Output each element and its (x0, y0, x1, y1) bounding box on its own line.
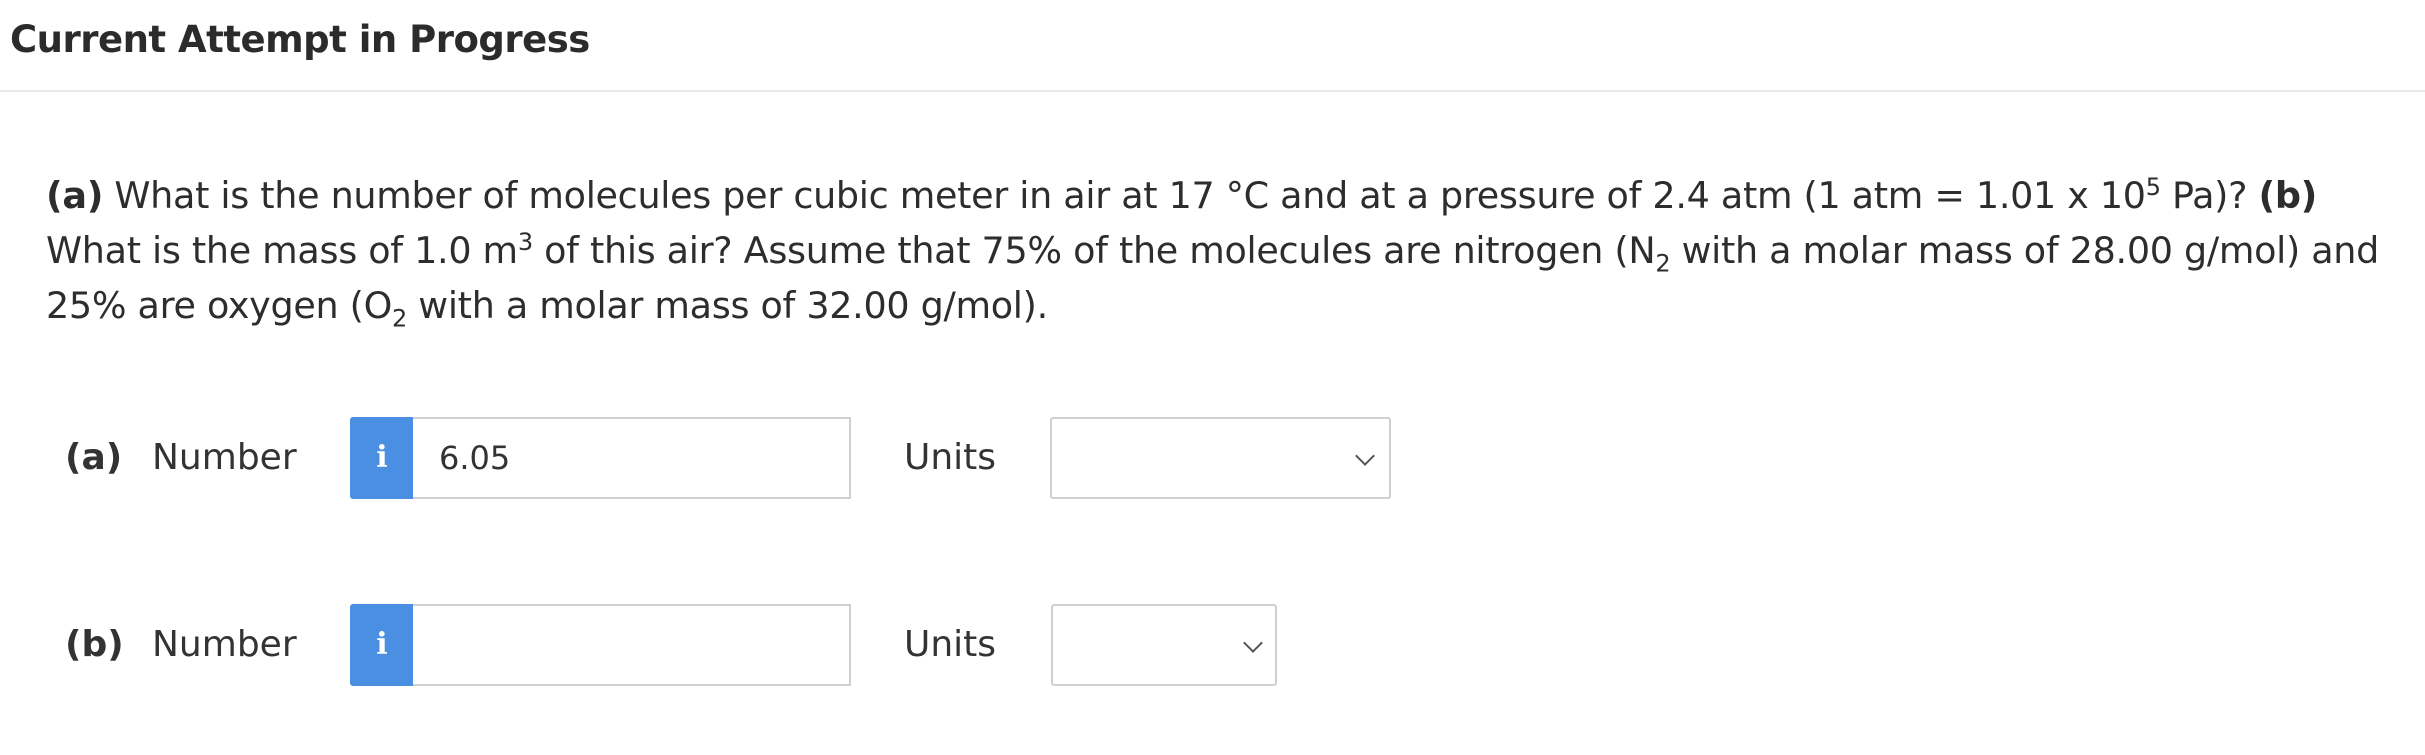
answer-row-b: (b) Number i Units (0, 604, 2425, 686)
number-label: Number (152, 624, 297, 665)
chevron-down-icon (1243, 633, 1263, 653)
units-select-a[interactable] (1050, 417, 1391, 499)
subscript: 2 (392, 304, 407, 333)
question-text-segment: What is the mass of 1.0 m (46, 229, 518, 272)
answer-row-a: (a) Number i Units (0, 417, 2425, 499)
info-icon: i (376, 627, 388, 662)
question-text-segment: What is the number of molecules per cubi… (103, 174, 2146, 217)
question-text-segment: of this air? Assume that 75% of the mole… (532, 229, 1656, 272)
header: Current Attempt in Progress (0, 0, 2425, 92)
units-select-b[interactable] (1051, 604, 1277, 686)
question-part-b-tag: (b) (2258, 174, 2318, 217)
part-label: (b) (65, 624, 124, 665)
chevron-down-icon (1355, 446, 1375, 466)
number-label: Number (152, 437, 297, 478)
info-button[interactable]: i (350, 417, 414, 499)
question-text-segment: with a molar mass of 32.00 g/mol). (406, 284, 1048, 327)
exponent: 5 (2145, 172, 2161, 201)
number-input-a[interactable] (413, 417, 851, 499)
question-text: (a) What is the number of molecules per … (46, 168, 2386, 333)
number-input-b[interactable] (413, 604, 851, 686)
exponent: 3 (517, 227, 533, 256)
units-label: Units (904, 624, 997, 665)
page-title: Current Attempt in Progress (10, 18, 590, 61)
subscript: 2 (1655, 249, 1671, 278)
units-label: Units (904, 437, 997, 478)
question-text-segment: Pa)? (2160, 174, 2259, 217)
part-label: (a) (65, 437, 123, 478)
info-icon: i (376, 440, 388, 475)
question-part-a-tag: (a) (46, 174, 104, 217)
page: Current Attempt in Progress (a) What is … (0, 0, 2425, 755)
info-button[interactable]: i (350, 604, 414, 686)
